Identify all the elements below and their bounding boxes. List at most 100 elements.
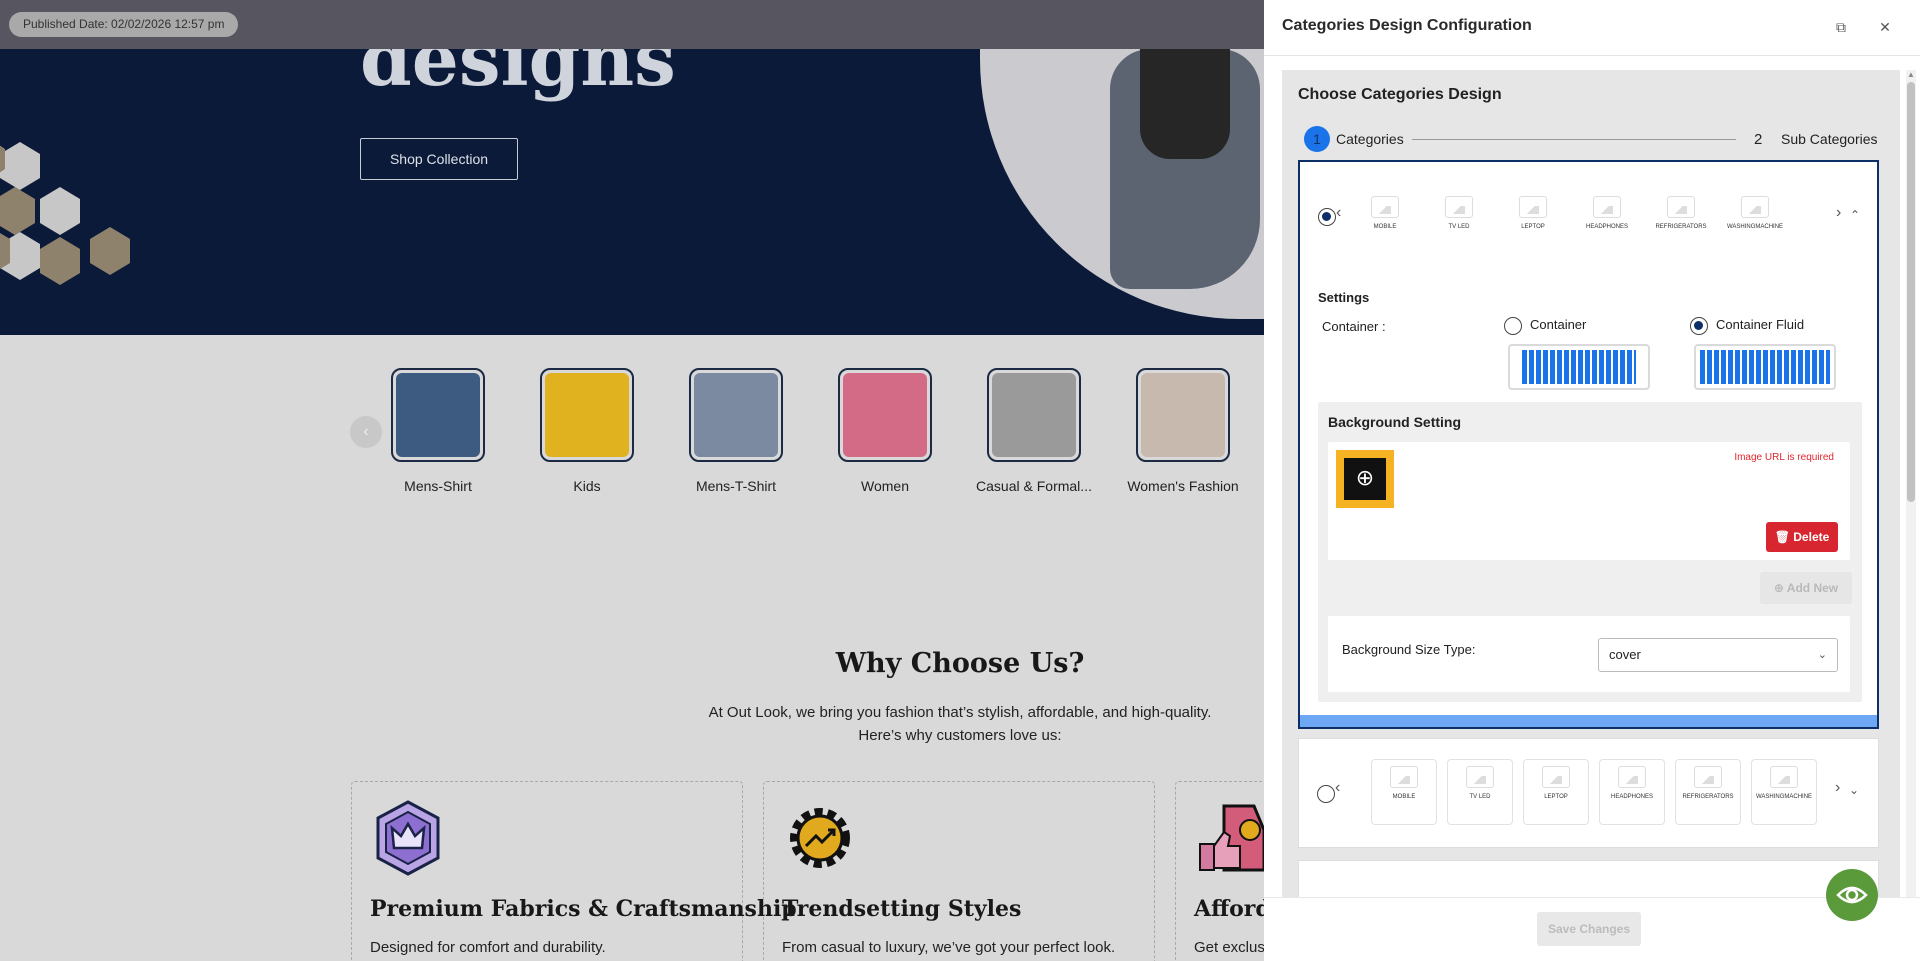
drawer-scrollbar[interactable]: ▲ [1906, 70, 1916, 900]
category-item[interactable]: Mens-T-Shirt [661, 368, 811, 494]
why-choose-us-title: Why Choose Us? [835, 648, 1085, 679]
design-thumb: MOBILE [1352, 190, 1418, 256]
design-radio-selected[interactable] [1318, 208, 1336, 226]
categories-design-drawer: Categories Design Configuration ⧉ ✕ Choo… [1264, 0, 1920, 961]
category-item[interactable]: Mens-Shirt [363, 368, 513, 494]
design-thumb-label: MOBILE [1373, 224, 1397, 230]
category-image [838, 368, 932, 462]
chevron-down-icon: ⌄ [1817, 649, 1827, 661]
preview-fab-button[interactable] [1826, 869, 1878, 921]
image-placeholder-icon [1618, 766, 1646, 788]
image-placeholder-icon [1542, 766, 1570, 788]
step-2-label[interactable]: Sub Categories [1781, 131, 1878, 147]
step-2-indicator[interactable]: 2 [1754, 131, 1762, 148]
image-upload-button[interactable]: ⊕ [1336, 450, 1394, 508]
eye-icon [1836, 886, 1868, 904]
background-setting-title: Background Setting [1328, 414, 1462, 430]
design-option-card-selected[interactable]: ‹ MOBILE TV LED LEPTOP HEADPHONES REFRIG… [1298, 160, 1879, 729]
category-image [689, 368, 783, 462]
background-item: ⊕ Image URL is required 🗑 Delete [1328, 442, 1850, 560]
drawer-header: Categories Design Configuration ⧉ ✕ [1264, 0, 1920, 56]
feature-card: Trendsetting Styles From casual to luxur… [763, 781, 1155, 961]
image-placeholder-icon [1371, 196, 1399, 218]
container-label: Container : [1322, 319, 1386, 334]
container-preview[interactable] [1508, 344, 1650, 390]
drawer-footer: Save Changes [1264, 897, 1920, 961]
category-image [540, 368, 634, 462]
delete-button[interactable]: 🗑 Delete [1766, 522, 1838, 552]
category-item[interactable]: Casual & Formal... [959, 368, 1109, 494]
design-thumb: HEADPHONES [1574, 190, 1640, 256]
design-option-card[interactable]: ‹ MOBILE TV LED LEPTOP HEADPHONES REFRIG… [1298, 738, 1879, 848]
step-1-label[interactable]: Categories [1336, 131, 1404, 147]
category-item[interactable]: Women's Fashion [1108, 368, 1258, 494]
selected-card-highlight-bar [1300, 715, 1877, 727]
category-name: Casual & Formal... [976, 478, 1092, 494]
design-thumb-label: WASHINGMACHINE [1755, 794, 1813, 800]
scroll-up-arrow[interactable]: ▲ [1907, 70, 1915, 79]
image-placeholder-icon [1770, 766, 1798, 788]
choose-design-title: Choose Categories Design [1298, 86, 1502, 103]
container-fluid-option-label[interactable]: Container Fluid [1716, 317, 1804, 332]
design-option-card[interactable] [1298, 860, 1879, 900]
category-image [1136, 368, 1230, 462]
step-1-indicator[interactable]: 1 [1304, 126, 1330, 152]
plus-circle-icon: ⊕ [1773, 581, 1787, 595]
chevron-down-icon[interactable]: ⌄ [1849, 783, 1859, 797]
save-changes-button[interactable]: Save Changes [1537, 912, 1641, 946]
container-fluid-preview[interactable] [1694, 344, 1836, 390]
design-thumb-label: MOBILE [1392, 794, 1416, 800]
image-placeholder-icon [1741, 196, 1769, 218]
scrollbar-thumb[interactable] [1907, 82, 1915, 502]
chevron-left-icon[interactable]: ‹ [1335, 779, 1340, 797]
add-new-button[interactable]: ⊕ Add New [1760, 572, 1852, 604]
design-thumb: LEPTOP [1523, 759, 1589, 825]
background-size-row: Background Size Type: cover ⌄ [1328, 616, 1850, 692]
image-url-error: Image URL is required [1734, 452, 1834, 463]
feature-description: Get exclus [1194, 939, 1265, 956]
category-image [391, 368, 485, 462]
container-option-label[interactable]: Container [1530, 317, 1586, 332]
add-new-label: Add New [1786, 581, 1839, 595]
chevron-right-icon[interactable]: › [1836, 204, 1841, 222]
feature-description: Designed for comfort and durability. [370, 939, 606, 956]
design-thumb: LEPTOP [1500, 190, 1566, 256]
delete-label: Delete [1793, 530, 1830, 544]
shop-collection-button[interactable]: Shop Collection [360, 138, 518, 180]
stepper: 1 Categories 2 Sub Categories [1298, 126, 1888, 152]
design-radio[interactable] [1317, 785, 1335, 803]
chevron-right-icon[interactable]: › [1835, 779, 1840, 797]
why-subtitle-line-1: At Out Look, we bring you fashion that’s… [708, 704, 1212, 721]
image-placeholder-icon [1445, 196, 1473, 218]
price-tag-thumbs-up-icon [1199, 804, 1266, 872]
design-thumb: TV LED [1447, 759, 1513, 825]
category-name: Mens-Shirt [404, 478, 472, 494]
gear-trend-icon [790, 808, 850, 868]
category-item[interactable]: Women [810, 368, 960, 494]
container-fluid-radio[interactable] [1690, 317, 1708, 335]
feature-title: Trendsetting Styles [782, 896, 1022, 922]
expand-icon[interactable]: ⧉ [1832, 18, 1850, 36]
hero-model-jacket [1140, 49, 1230, 159]
design-thumb-label: TV LED [1469, 794, 1491, 800]
category-name: Kids [573, 478, 601, 494]
design-thumb-label: LEPTOP [1544, 794, 1568, 800]
background-setting-panel: Background Setting ⊕ Image URL is requir… [1318, 402, 1862, 702]
container-radio[interactable] [1504, 317, 1522, 335]
image-placeholder-icon [1667, 196, 1695, 218]
chevron-left-icon[interactable]: ‹ [1336, 204, 1341, 222]
background-size-select[interactable]: cover ⌄ [1598, 638, 1838, 672]
image-placeholder-icon [1694, 766, 1722, 788]
image-placeholder-icon [1390, 766, 1418, 788]
design-thumb-label: TV LED [1448, 224, 1470, 230]
category-item[interactable]: Kids [512, 368, 662, 494]
chevron-up-icon[interactable]: ⌃ [1850, 208, 1860, 222]
feature-title: Premium Fabrics & Craftsmanship [370, 896, 797, 922]
settings-heading: Settings [1318, 290, 1370, 305]
stepper-connector [1412, 139, 1736, 140]
drawer-title: Categories Design Configuration [1282, 17, 1532, 34]
image-placeholder-icon [1466, 766, 1494, 788]
design-thumb-label: WASHINGMACHINE [1726, 224, 1784, 230]
close-icon[interactable]: ✕ [1876, 18, 1894, 36]
why-subtitle-line-2: Here’s why customers love us: [858, 727, 1062, 744]
